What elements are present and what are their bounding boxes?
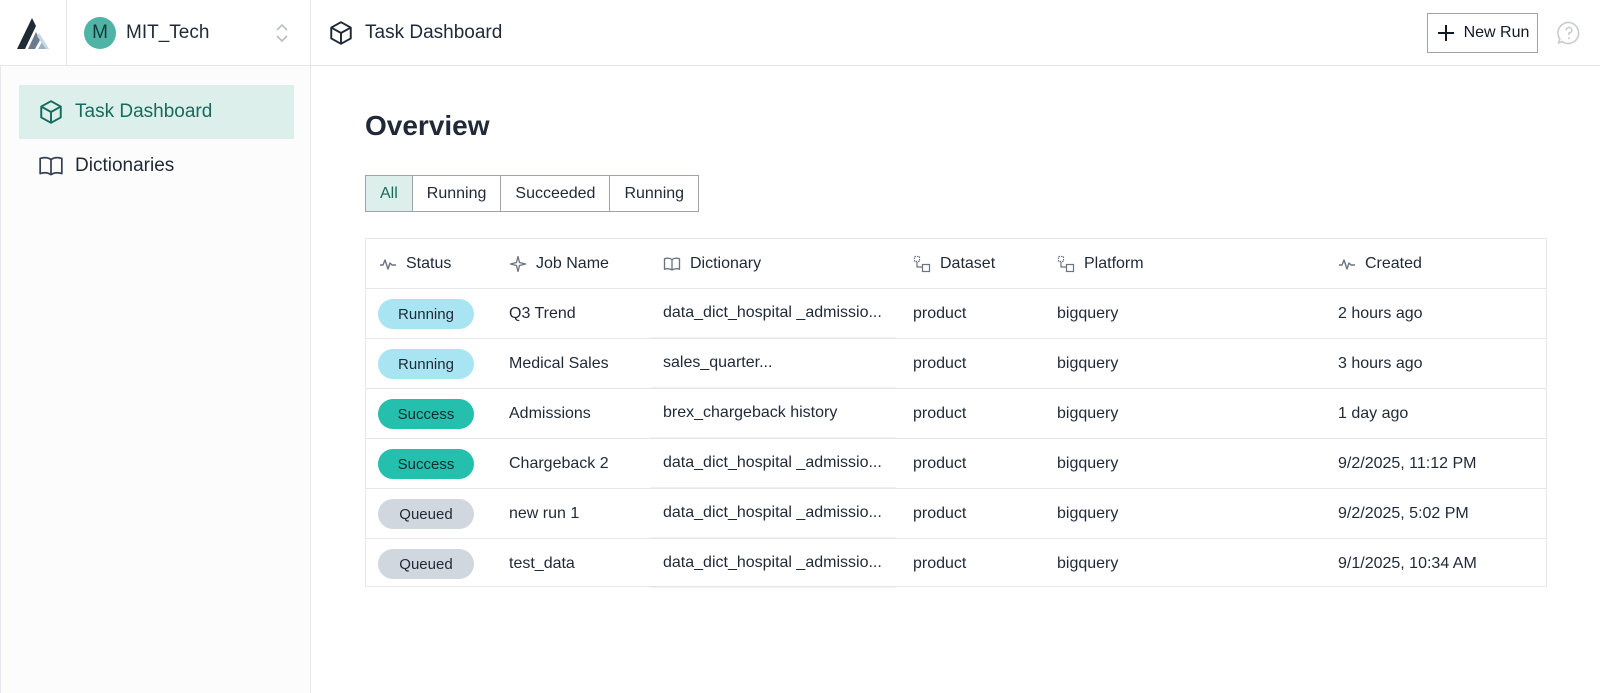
platform-name: bigquery [1057,354,1119,372]
created-time: 9/1/2025, 10:34 AM [1338,554,1477,572]
dataset-name: product [913,304,967,322]
column-label: Created [1365,254,1422,272]
status-badge: Queued [378,549,474,579]
status-badge: Running [378,299,474,329]
org-switcher[interactable]: M MIT_Tech [67,0,311,65]
table-row[interactable]: Success Chargeback 2 data_dict_hospital … [366,438,1546,488]
created-time: 9/2/2025, 5:02 PM [1338,504,1469,522]
column-label: Dictionary [690,254,762,272]
created-time: 1 day ago [1338,404,1409,422]
dataset-icon [913,255,931,272]
column-label: Platform [1084,254,1144,272]
cube-icon [40,100,62,124]
app: M MIT_Tech Task Dashboard New Run Task D… [0,0,1600,693]
new-run-button[interactable]: New Run [1427,13,1538,53]
sparkle-icon [509,255,527,272]
page-header: Task Dashboard [328,0,502,65]
table-row[interactable]: Running Q3 Trend data_dict_hospital _adm… [366,288,1546,338]
column-header-platform[interactable]: Platform [1057,239,1144,288]
dictionary-name[interactable]: data_dict_hospital _admissio... [650,289,896,338]
top-bar: M MIT_Tech Task Dashboard New Run [0,0,1600,66]
dictionary-name[interactable]: brex_chargeback history [650,389,896,438]
avatar: M [84,16,116,49]
filter-succeeded[interactable]: Succeeded [500,176,610,211]
status-badge: Running [378,349,474,379]
table-header: Status Job Name Dictionary Dataset Platf… [366,239,1546,288]
status-badge: Success [378,449,474,479]
dataset-name: product [913,454,967,472]
status-badge: Success [378,399,474,429]
cube-icon [330,20,352,45]
table-row[interactable]: Success Admissions brex_chargeback histo… [366,388,1546,438]
platform-name: bigquery [1057,504,1119,522]
table-row[interactable]: Queued new run 1 data_dict_hospital _adm… [366,488,1546,538]
sidebar-item-task-dashboard[interactable]: Task Dashboard [19,85,294,139]
status-filter-group: All Running Succeeded Running [365,175,700,212]
plus-icon [1437,25,1454,41]
dictionary-name[interactable]: data_dict_hospital _admissio... [650,439,896,488]
job-name: Q3 Trend [509,304,576,322]
column-label: Status [406,254,452,272]
column-label: Dataset [940,254,996,272]
column-header-dictionary[interactable]: Dictionary [663,239,761,288]
logo[interactable] [0,0,67,65]
dataset-name: product [913,554,967,572]
dataset-name: product [913,404,967,422]
status-badge: Queued [378,499,474,529]
job-name: test_data [509,554,575,572]
column-header-status[interactable]: Status [379,239,451,288]
filter-running-2[interactable]: Running [609,176,699,211]
book-icon [39,156,63,176]
table-row[interactable]: Queued test_data data_dict_hospital _adm… [366,538,1546,588]
column-header-job-name[interactable]: Job Name [509,239,609,288]
dataset-name: product [913,354,967,372]
sidebar-item-label: Task Dashboard [75,101,213,122]
activity-icon [1339,258,1355,270]
job-name: Chargeback 2 [509,454,609,472]
new-run-label: New Run [1463,24,1530,41]
job-name: new run 1 [509,504,580,522]
dictionary-name[interactable]: data_dict_hospital _admissio... [650,489,896,538]
table-row[interactable]: Running Medical Sales sales_quarter... p… [366,338,1546,388]
dictionary-name[interactable]: data_dict_hospital _admissio... [650,539,896,588]
sidebar-item-dictionaries[interactable]: Dictionaries [19,139,294,193]
sidebar: Task Dashboard Dictionaries [0,66,311,693]
page-title: Task Dashboard [365,21,503,43]
jobs-table: Status Job Name Dictionary Dataset Platf… [365,238,1547,588]
column-header-created[interactable]: Created [1338,239,1422,288]
created-time: 9/2/2025, 11:12 PM [1338,454,1477,472]
job-name: Medical Sales [509,354,609,372]
org-name: MIT_Tech [126,21,210,43]
platform-name: bigquery [1057,554,1119,572]
logo-icon [17,17,49,49]
platform-icon [1057,255,1075,272]
book-icon [663,257,681,271]
job-name: Admissions [509,404,591,422]
sidebar-item-label: Dictionaries [75,155,175,176]
activity-icon [380,258,396,270]
help-chat-icon[interactable] [1556,20,1582,46]
filter-running[interactable]: Running [411,176,501,211]
dictionary-name[interactable]: sales_quarter... [650,339,896,388]
column-label: Job Name [536,254,609,272]
dataset-name: product [913,504,967,522]
column-header-dataset[interactable]: Dataset [913,239,995,288]
platform-name: bigquery [1057,304,1119,322]
platform-name: bigquery [1057,404,1119,422]
created-time: 2 hours ago [1338,304,1423,322]
filter-all[interactable]: All [366,176,412,211]
platform-name: bigquery [1057,454,1119,472]
chevron-up-down-icon [276,23,288,43]
created-time: 3 hours ago [1338,354,1423,372]
overview-title: Overview [365,110,490,141]
